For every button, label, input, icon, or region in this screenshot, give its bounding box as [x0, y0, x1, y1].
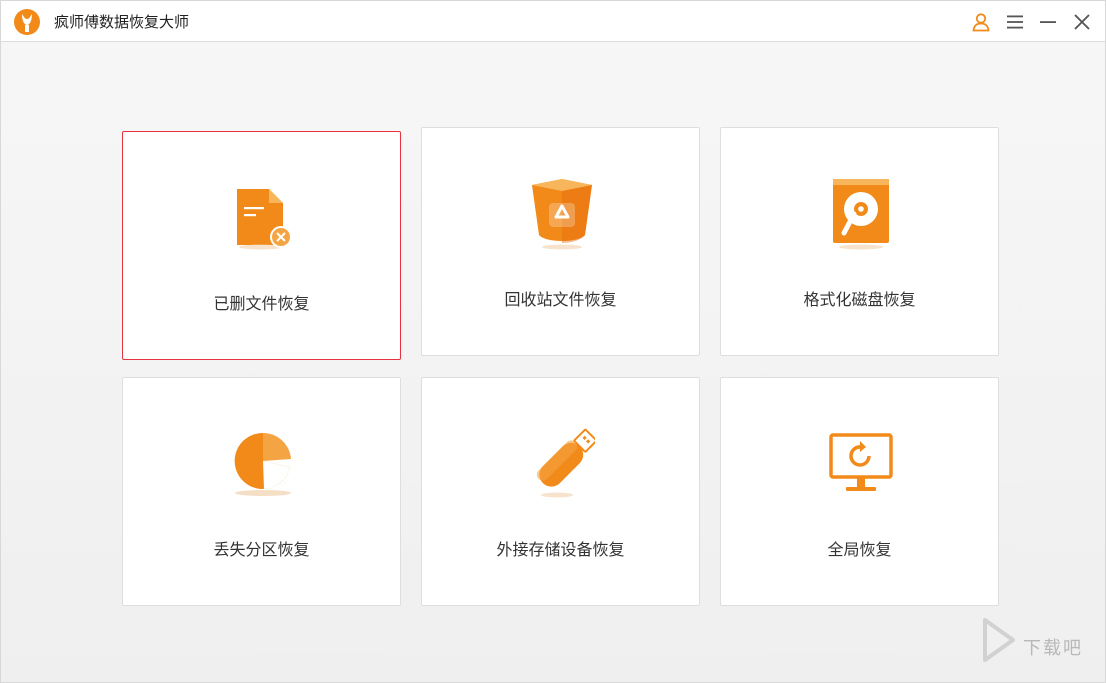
- app-title: 疯师傅数据恢复大师: [54, 13, 190, 31]
- deleted-file-icon: [228, 178, 298, 258]
- title-bar: 疯师傅数据恢复大师: [1, 1, 1105, 42]
- option-label: 外接存储设备恢复: [496, 540, 625, 559]
- formatted-disk-icon: [826, 174, 896, 254]
- watermark-text: 下载吧: [1023, 638, 1083, 659]
- option-formatted-disk-recovery[interactable]: 格式化磁盘恢复: [720, 127, 999, 356]
- monitor-restore-icon: [826, 424, 896, 504]
- option-recycle-bin-recovery[interactable]: 回收站文件恢复: [421, 127, 700, 356]
- option-label: 丢失分区恢复: [213, 540, 310, 559]
- usb-drive-icon: [527, 424, 597, 504]
- app-logo-icon: [14, 9, 40, 35]
- app-window: 疯师傅数据恢复大师 已删文件恢复 回收站文件恢复 格式化磁盘恢复 丢失分区恢复 …: [0, 0, 1106, 683]
- option-full-recovery[interactable]: 全局恢复: [720, 377, 999, 606]
- menu-icon: [1007, 15, 1023, 29]
- close-icon: [1074, 14, 1090, 30]
- recycle-bin-icon: [527, 174, 597, 254]
- option-deleted-file-recovery[interactable]: 已删文件恢复: [122, 131, 401, 360]
- option-label: 已删文件恢复: [213, 294, 310, 313]
- watermark-arrow-icon: [983, 618, 1015, 662]
- minimize-icon: [1040, 21, 1056, 23]
- account-button[interactable]: [967, 8, 995, 36]
- user-icon: [972, 13, 990, 32]
- partition-pie-icon: [228, 424, 298, 504]
- option-label: 回收站文件恢复: [504, 290, 617, 309]
- option-external-storage-recovery[interactable]: 外接存储设备恢复: [421, 377, 700, 606]
- option-label: 全局恢复: [827, 540, 892, 559]
- minimize-button[interactable]: [1034, 8, 1062, 36]
- menu-button[interactable]: [1001, 8, 1029, 36]
- option-label: 格式化磁盘恢复: [803, 290, 916, 309]
- option-lost-partition-recovery[interactable]: 丢失分区恢复: [122, 377, 401, 606]
- close-button[interactable]: [1068, 8, 1096, 36]
